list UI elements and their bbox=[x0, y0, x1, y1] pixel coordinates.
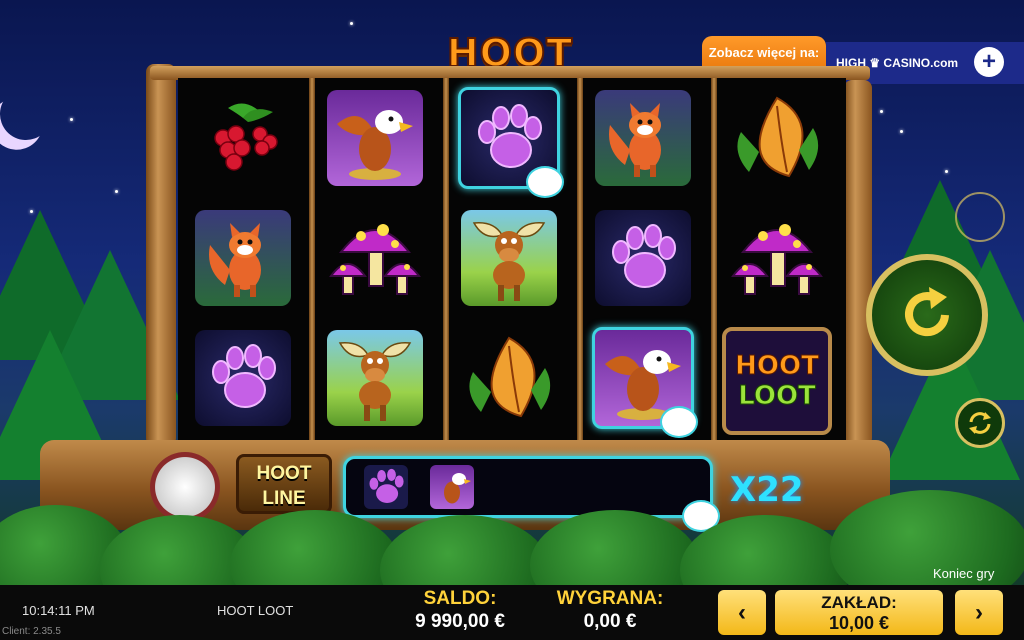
hoot-loot-logo-icon: HOOT LOOT bbox=[722, 327, 832, 435]
hoot-line-paw bbox=[364, 465, 408, 509]
promo-text: Zobacz więcej na: bbox=[708, 45, 820, 60]
decrease-stake-button[interactable]: ‹ bbox=[718, 590, 766, 635]
symbol-eagle-win bbox=[588, 327, 698, 438]
owl-badge-icon bbox=[660, 406, 698, 438]
status-bar: 10:14:11 PM Client: 2.35.5 HOOT LOOT SAL… bbox=[0, 585, 1024, 640]
increase-stake-button[interactable]: › bbox=[955, 590, 1003, 635]
symbol-mushrooms bbox=[320, 208, 430, 308]
win-value: 0,00 € bbox=[583, 611, 637, 632]
star bbox=[900, 130, 903, 133]
symbol-paw-print-win bbox=[454, 87, 564, 198]
balance-value: 9 990,00 € bbox=[415, 611, 505, 632]
moose-symbol bbox=[461, 210, 557, 306]
balance-label: SALDO: bbox=[423, 588, 497, 609]
mushrooms-icon bbox=[329, 224, 421, 295]
star bbox=[945, 170, 948, 173]
symbol-moose bbox=[454, 208, 564, 308]
symbol-paw-print bbox=[188, 328, 298, 428]
leaf-icon bbox=[469, 336, 551, 418]
frame-post-left bbox=[146, 64, 176, 446]
eagle-icon bbox=[444, 473, 471, 504]
symbol-fox bbox=[588, 88, 698, 188]
raspberry-icon bbox=[214, 103, 278, 171]
hoot-line-label: HOOT LINE bbox=[236, 454, 332, 514]
hoot-line-box bbox=[343, 456, 713, 518]
paw-print-icon bbox=[478, 104, 542, 168]
reel-divider bbox=[711, 78, 717, 442]
multiplier-value: X22 bbox=[730, 470, 804, 510]
spin-button[interactable] bbox=[866, 254, 988, 376]
end-game-link[interactable]: Koniec gry bbox=[933, 566, 994, 581]
symbol-raspberry bbox=[188, 88, 298, 188]
fox-icon bbox=[209, 223, 261, 297]
moose-icon bbox=[338, 342, 412, 421]
mushrooms-icon bbox=[731, 224, 823, 295]
plus-icon[interactable]: + bbox=[974, 47, 1004, 77]
paw-print-icon bbox=[369, 468, 404, 503]
stake-label: ZAKŁAD: bbox=[821, 593, 897, 612]
game-name: HOOT LOOT bbox=[217, 603, 294, 618]
symbol-paw-print bbox=[588, 208, 698, 308]
owl-mascot-icon bbox=[150, 452, 220, 522]
symbol-hoot-loot-logo: HOOT LOOT bbox=[722, 326, 832, 436]
refresh-icon bbox=[969, 412, 991, 434]
clock: 10:14:11 PM bbox=[22, 603, 95, 618]
star bbox=[350, 22, 353, 25]
reel-divider bbox=[577, 78, 583, 442]
spin-arrow-icon bbox=[905, 287, 949, 337]
client-version: Client: 2.35.5 bbox=[2, 626, 61, 637]
symbol-leaf bbox=[722, 88, 832, 188]
logo-word-hoot: HOOT bbox=[735, 351, 820, 382]
stake-display: ZAKŁAD: 10,00 € bbox=[775, 590, 943, 635]
symbol-leaf bbox=[454, 328, 564, 428]
logo-word-loot: LOOT bbox=[738, 381, 817, 412]
eagle-symbol bbox=[327, 90, 423, 186]
paw-symbol bbox=[195, 330, 291, 426]
paw-print-icon bbox=[612, 224, 676, 288]
symbol-fox bbox=[188, 208, 298, 308]
refresh-button[interactable] bbox=[955, 398, 1005, 448]
paw-symbol bbox=[595, 210, 691, 306]
win-label: WYGRANA: bbox=[556, 588, 664, 609]
autoplay-button[interactable] bbox=[955, 192, 1005, 242]
moose-icon bbox=[472, 222, 546, 301]
fox-symbol bbox=[595, 90, 691, 186]
reel-divider bbox=[309, 78, 315, 442]
paw-print-icon bbox=[212, 344, 276, 408]
stake-value: 10,00 € bbox=[828, 613, 890, 633]
leaf-icon bbox=[737, 96, 819, 178]
symbol-mushrooms bbox=[722, 208, 832, 308]
owl-badge-icon bbox=[526, 166, 564, 198]
fox-icon bbox=[609, 103, 661, 177]
reel-divider bbox=[443, 78, 449, 442]
moose-symbol bbox=[327, 330, 423, 426]
star bbox=[880, 110, 883, 113]
fox-symbol bbox=[195, 210, 291, 306]
frame-post-right bbox=[844, 80, 872, 446]
star bbox=[70, 118, 73, 121]
eagle-icon bbox=[337, 110, 413, 180]
symbol-eagle bbox=[320, 88, 430, 188]
star bbox=[115, 190, 118, 193]
hoot-line-eagle bbox=[430, 465, 474, 509]
symbol-moose bbox=[320, 328, 430, 428]
